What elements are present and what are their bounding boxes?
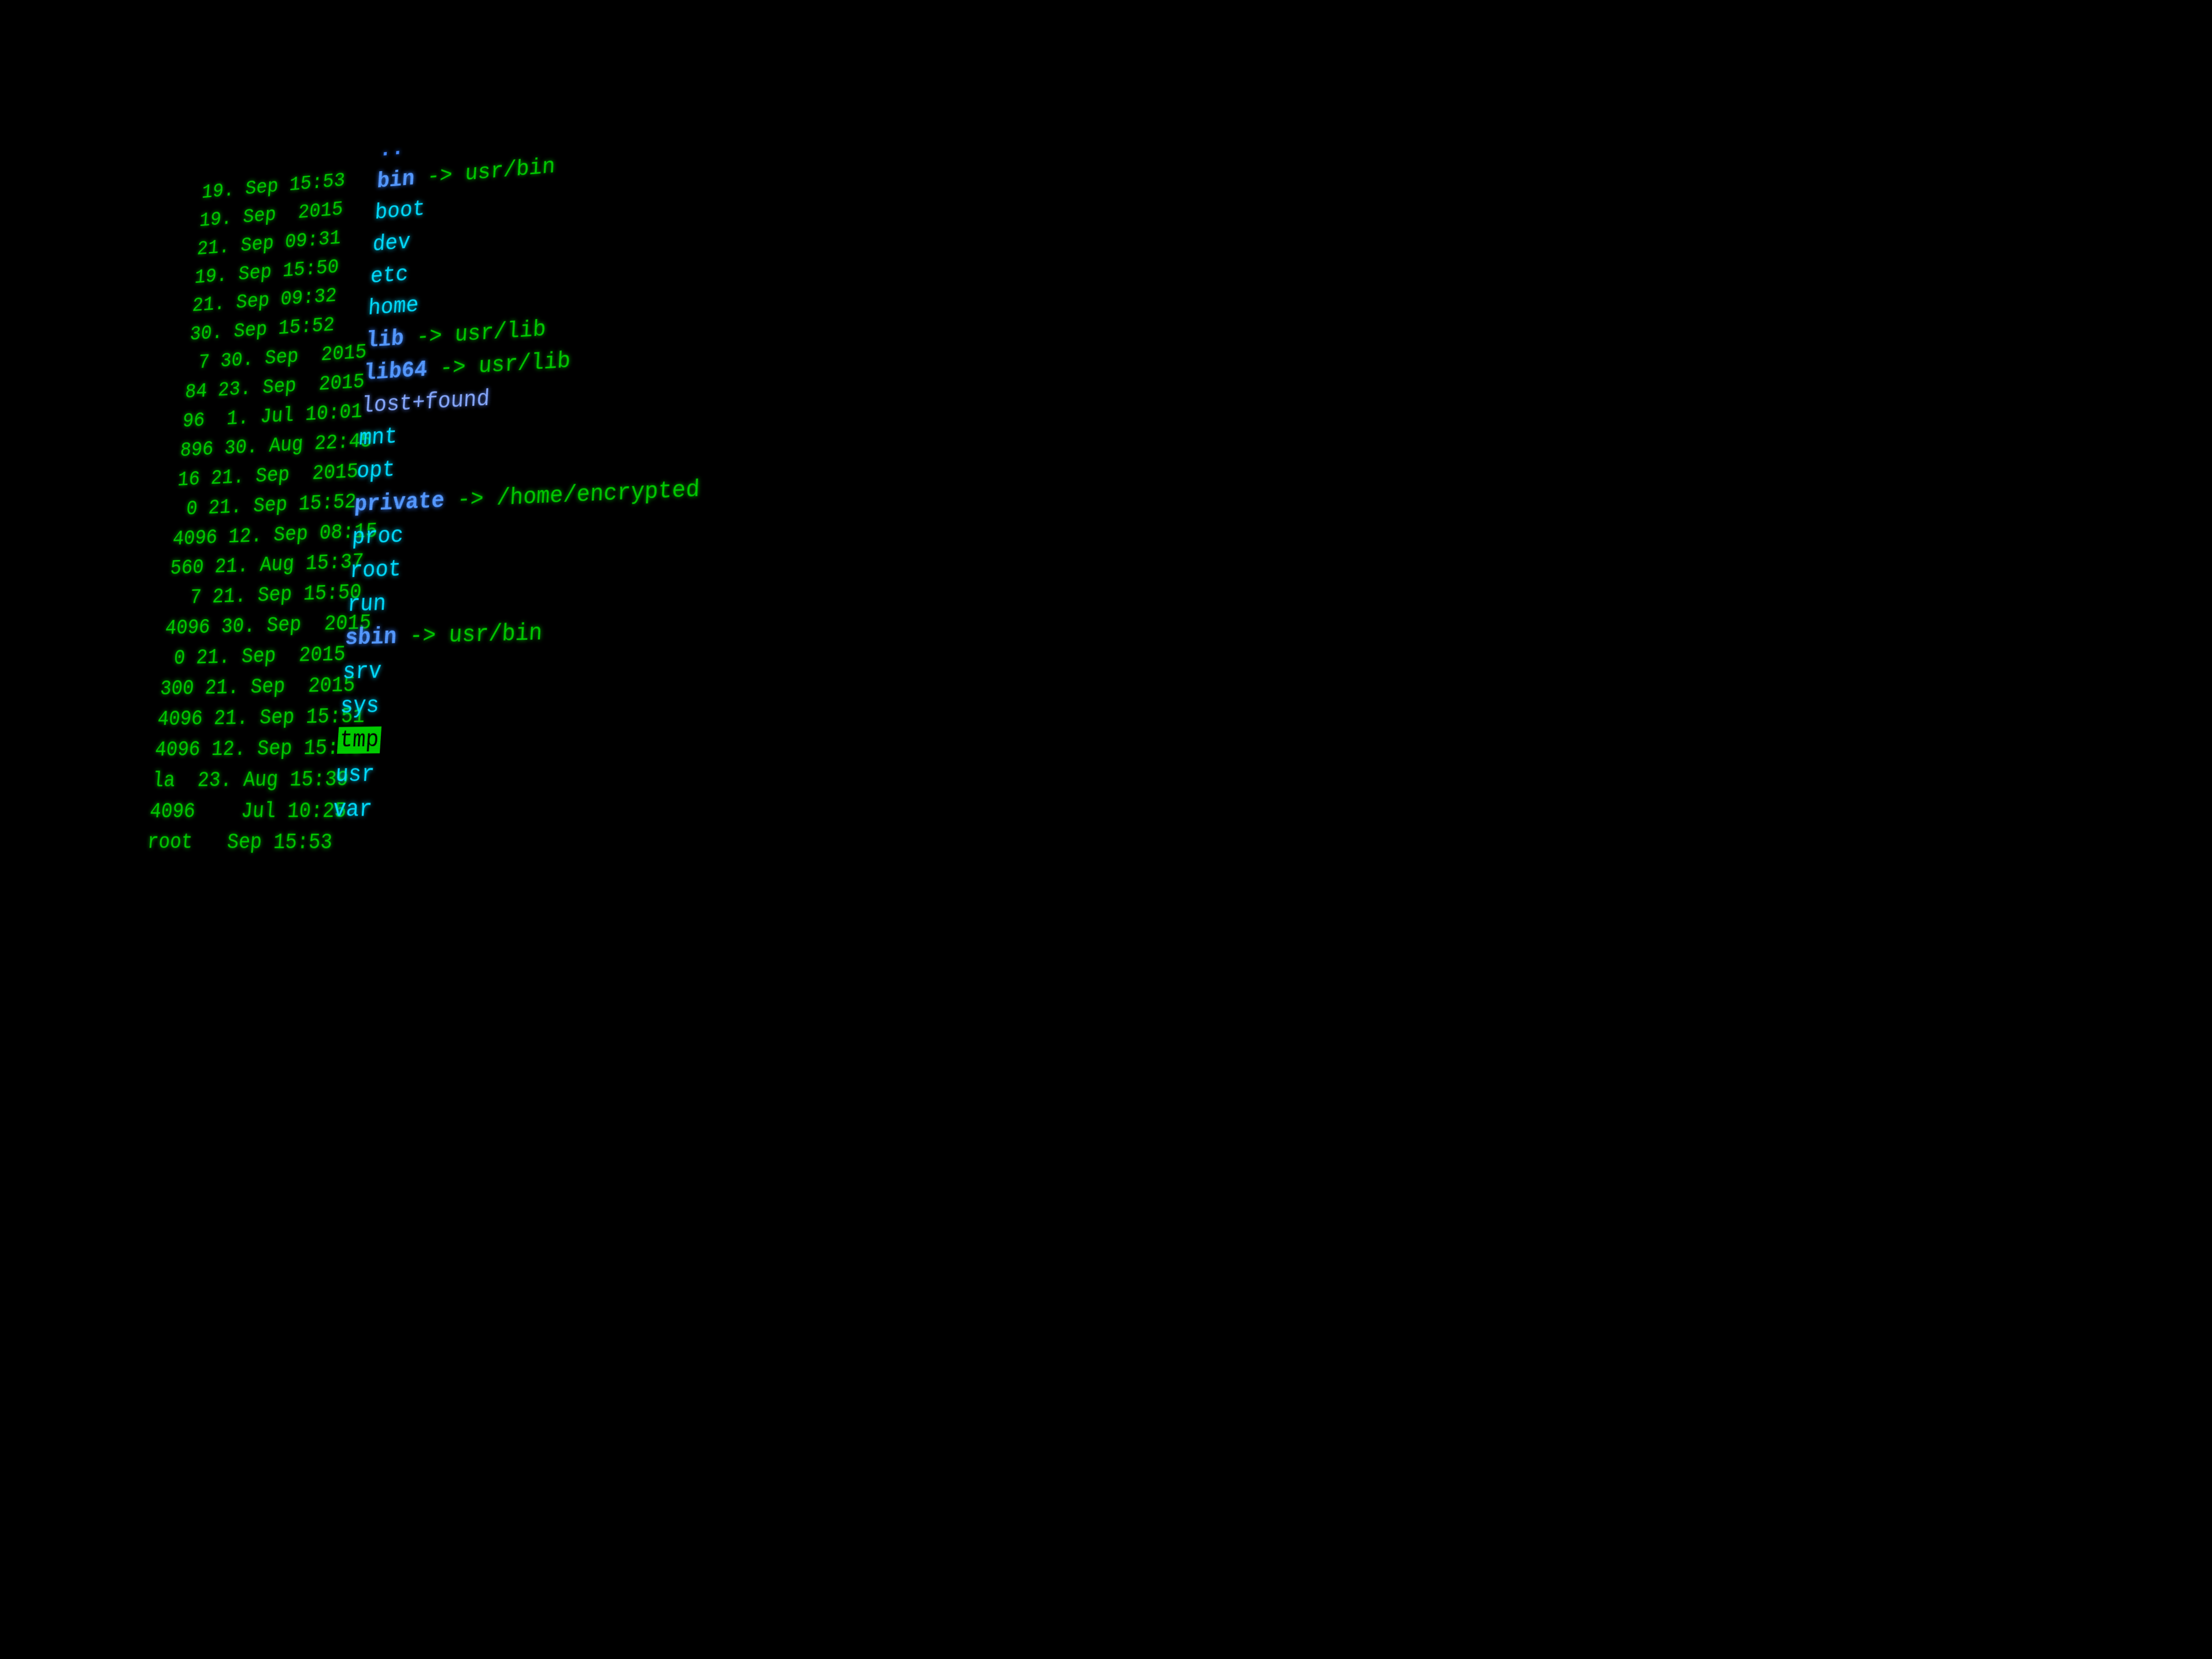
dir-name: proc <box>351 523 405 551</box>
terminal-screen: 19. Sep 15:53 19. Sep 2015 21. Sep 09:31… <box>0 0 2212 1659</box>
dir-name: sbin <box>344 624 397 651</box>
dir-name: root <box>349 556 402 584</box>
dir-arrow: -> <box>457 485 498 513</box>
dir-name: lib <box>365 326 405 354</box>
dir-target: /home/encrypted <box>496 476 700 512</box>
dir-name: boot <box>374 197 426 225</box>
dir-name: home <box>367 293 419 322</box>
blur-left <box>0 0 104 1659</box>
right-column: .. bin -> usr/bin boot dev etc home lib … <box>266 57 1054 1659</box>
dir-name: var <box>332 796 373 823</box>
dir-name: opt <box>356 457 396 484</box>
dir-name: srv <box>342 658 382 686</box>
dir-arrow: -> <box>409 623 450 650</box>
dir-target: usr/lib <box>454 317 546 349</box>
dir-name: run <box>346 590 387 617</box>
dir-name: lib64 <box>363 357 428 386</box>
dir-target: usr/lib <box>478 348 571 379</box>
left-row: 0 21. Sep 2015 <box>161 639 336 674</box>
dir-name: private <box>354 488 446 518</box>
dir-target: usr/bin <box>464 154 555 187</box>
dir-name: dev <box>372 229 411 257</box>
left-row: 7 21. Sep 15:50 <box>166 578 340 614</box>
dir-name: .. <box>379 136 405 162</box>
dir-arrow: -> <box>416 323 455 350</box>
left-row: root Sep 15:53 <box>146 827 323 859</box>
left-row: 4096 21. Sep 15:51 <box>156 702 331 735</box>
dir-entry-usr: usr <box>334 751 1032 793</box>
left-row: 4096 30. Sep 2015 <box>164 609 338 644</box>
dir-name: etc <box>369 261 409 289</box>
dir-name: sys <box>339 693 380 720</box>
content-wrapper: 19. Sep 15:53 19. Sep 2015 21. Sep 09:31… <box>74 0 2212 1659</box>
dir-name: tmp <box>337 727 381 754</box>
left-row: 4096 12. Sep 15:45 <box>154 733 329 766</box>
dir-arrow: -> <box>427 162 466 190</box>
dir-name: bin <box>376 166 416 194</box>
dir-name: mnt <box>358 424 398 451</box>
dir-arrow: -> <box>439 354 480 382</box>
dir-name: usr <box>335 761 376 788</box>
dir-name: lost+found <box>361 386 491 419</box>
dir-entry-var: var <box>332 789 1031 827</box>
left-row: 4096 Jul 10:25 <box>149 795 325 827</box>
left-row: la 23. Aug 15:39 <box>151 764 327 797</box>
left-row: 300 21. Sep 2015 <box>159 671 334 705</box>
dir-target: usr/bin <box>448 620 543 649</box>
